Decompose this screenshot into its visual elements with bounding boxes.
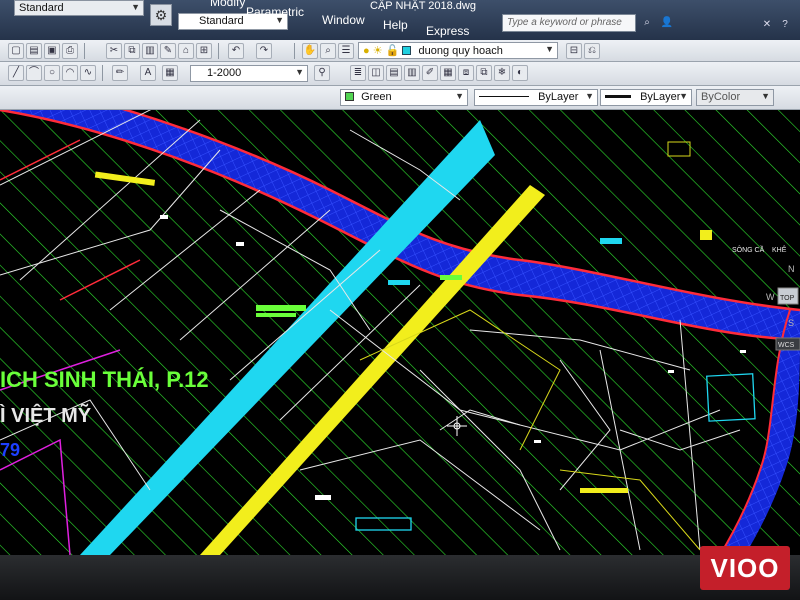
layer-properties-icon[interactable]: ☰ [338,43,354,59]
cut-icon[interactable]: ✂ [106,43,122,59]
help-icon[interactable]: ? [778,18,792,32]
cad-drawing: ICH SINH THÁI, P.12 Ì VIỆT MỸ 79 SÔNG CẦ… [0,110,800,555]
chevron-down-icon: ▼ [295,67,304,77]
text-icon[interactable]: A [140,65,156,81]
markup-icon[interactable]: ✐ [422,65,438,81]
area-label-num: 79 [0,440,20,460]
paste-icon[interactable]: ▥ [142,43,158,59]
match-properties-icon[interactable]: ✎ [160,43,176,59]
zoom-icon[interactable]: ⌕ [320,43,336,59]
save-icon[interactable]: ▣ [44,43,60,59]
lineweight-sample [605,95,631,98]
search-icon[interactable]: ⌕ [640,16,654,30]
chevron-down-icon: ▼ [131,2,140,12]
watermark-logo: VIOO [700,546,790,590]
annotation-scale-value: 1-2000 [207,67,242,79]
linetype-value: ByLayer [538,91,579,103]
exchange-icon[interactable]: ✕ [760,18,774,32]
title-bar: Standard ▼ ⚙ Standard ▼ Modify Parametri… [0,0,800,40]
chevron-down-icon: ▼ [679,91,688,101]
open-icon[interactable]: ▤ [26,43,42,59]
annotation-scale-select[interactable]: 1-2000 ▼ [190,65,308,82]
copy-icon[interactable]: ⧉ [124,43,140,59]
monitor-bezel [0,555,800,600]
layer-color-swatch [402,46,412,55]
draw-toolbar: ╱ ⌒ ○ ◠ ∿ ✏ A ▦ 1-2000 ▼ ⚲ ≣ ◫ ▤ ▥ ✐ ▦ ⧈… [0,62,800,86]
separator [218,43,219,59]
viewcube-south: S [788,318,794,328]
layer-state-icon[interactable]: ⧈ [458,65,474,81]
menu-parametric[interactable]: Parametric [246,5,304,19]
print-icon[interactable]: ⎙ [62,43,78,59]
sun-icon: ☀ [372,45,383,57]
user-icon[interactable]: 👤 [660,16,674,30]
properties-toolbar: Green ▼ ByLayer ▼ ByLayer ▼ ByColor ▼ [0,86,800,110]
viewcube-top: TOP [780,295,795,302]
tool-palette-icon[interactable]: ▤ [386,65,402,81]
annotation-visibility-icon[interactable]: ⚲ [314,65,330,81]
workspace-value: Standard [19,2,64,14]
block-editor-icon[interactable]: ⊞ [196,43,212,59]
make-current-icon[interactable]: ⊟ [566,43,582,59]
menu-express[interactable]: Express [426,24,469,38]
standard-toolbar: ▢ ▤ ▣ ⎙ ✂ ⧉ ▥ ✎ ⌂ ⊞ ↶ ↷ ✋ ⌕ ☰ ● ☀ 🔓 duon… [0,40,800,62]
circle-icon[interactable]: ○ [44,65,60,81]
polyline-icon[interactable]: ⌒ [26,65,42,81]
area-label-main: ICH SINH THÁI, P.12 [0,367,209,392]
menu-help[interactable]: Help [383,18,408,32]
workspace-select[interactable]: Standard ▼ [14,0,144,16]
viewcube-wcs: WCS [778,342,795,349]
plotstyle-select[interactable]: ByColor ▼ [696,89,774,106]
viewcube-west: W [766,292,775,302]
lineweight-select[interactable]: ByLayer ▼ [600,89,692,106]
properties-icon[interactable]: ≣ [350,65,366,81]
layer-freeze-icon[interactable]: ❄ [494,65,510,81]
line-icon[interactable]: ╱ [8,65,24,81]
separator [84,43,85,59]
new-icon[interactable]: ▢ [8,43,24,59]
color-select[interactable]: Green ▼ [340,89,468,106]
linetype-select[interactable]: ByLayer ▼ [474,89,598,106]
chevron-down-icon: ▼ [455,91,464,101]
chevron-down-icon: ▼ [761,91,770,101]
table-icon[interactable]: ▦ [162,65,178,81]
workspace-gear-icon[interactable]: ⚙ [150,4,172,26]
current-layer-name: duong quy hoach [418,45,503,57]
linetype-sample [479,96,529,97]
quickcalc-icon[interactable]: ▦ [440,65,456,81]
river-label-2: KHÊ [772,245,787,254]
pencil-icon[interactable]: ✏ [112,65,128,81]
chevron-down-icon: ▼ [545,44,554,54]
arc-icon[interactable]: ◠ [62,65,78,81]
text-style-value: Standard [199,15,244,27]
help-search-input[interactable]: Type a keyword or phrase [502,14,636,32]
lightbulb-icon: ● [363,45,370,57]
design-center-icon[interactable]: ◫ [368,65,384,81]
undo-icon[interactable]: ↶ [228,43,244,59]
pan-icon[interactable]: ✋ [302,43,318,59]
plotstyle-value: ByColor [701,91,741,103]
separator [294,43,295,59]
area-label-sub: Ì VIỆT MỸ [0,403,92,427]
layer-off-icon[interactable]: ◐ [512,65,528,81]
redo-icon[interactable]: ↷ [256,43,272,59]
block-icon[interactable]: ⌂ [178,43,194,59]
drawing-canvas[interactable]: ICH SINH THÁI, P.12 Ì VIỆT MỸ 79 SÔNG CẦ… [0,110,800,555]
layer-select[interactable]: ● ☀ 🔓 duong quy hoach ▼ [358,42,558,59]
layer-previous-icon[interactable]: ⎌ [584,43,600,59]
lock-icon: 🔓 [385,45,400,57]
layer-isolate-icon[interactable]: ⧉ [476,65,492,81]
separator [102,65,103,81]
color-swatch [345,92,354,101]
viewcube[interactable]: N W TOP S WCS [758,260,800,370]
menu-modify[interactable]: Modify [210,0,245,9]
sheet-set-icon[interactable]: ▥ [404,65,420,81]
menu-window[interactable]: Window [322,13,365,27]
spline-icon[interactable]: ∿ [80,65,96,81]
file-title: CẬP NHẬT 2018.dwg [370,0,476,12]
viewcube-north: N [788,264,795,274]
color-value: Green [361,91,392,103]
lineweight-value: ByLayer [640,91,681,103]
chevron-down-icon: ▼ [585,91,594,101]
